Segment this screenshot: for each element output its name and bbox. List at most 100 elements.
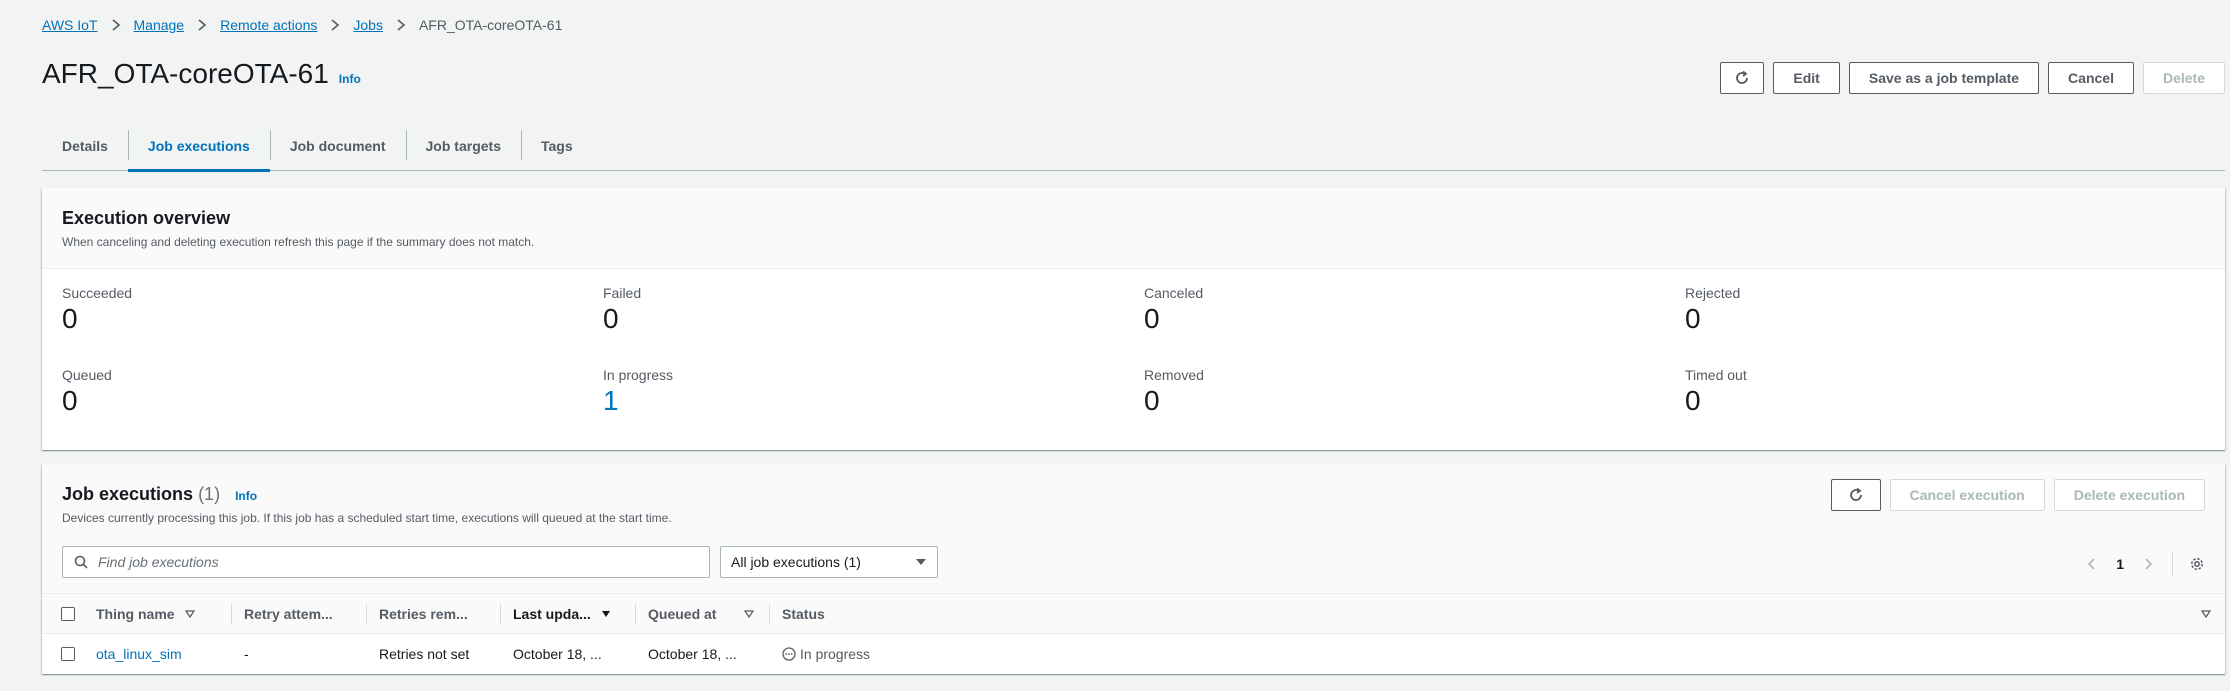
tab-details[interactable]: Details (42, 121, 128, 170)
cell-retry-attempt: - (244, 646, 249, 662)
breadcrumb-aws-iot[interactable]: AWS IoT (42, 17, 98, 33)
refresh-button[interactable] (1720, 62, 1765, 94)
job-executions-panel: Job executions (1) Info Devices currentl… (42, 464, 2225, 674)
tab-bar: Details Job executions Job document Job … (42, 121, 2225, 172)
chevron-right-icon (196, 19, 208, 31)
col-retry-attempt[interactable]: Retry attem... (231, 594, 333, 634)
executions-table: Thing name Retry attem... Retries rem...… (42, 594, 2225, 674)
sort-descending-icon (601, 611, 610, 617)
stat-in-progress: In progress 1 (603, 367, 673, 417)
overview-title: Execution overview (62, 208, 231, 228)
search-icon (74, 555, 88, 569)
page-info-link[interactable]: Info (339, 72, 361, 86)
stat-label: In progress (603, 367, 674, 383)
tab-tags[interactable]: Tags (520, 121, 593, 170)
sort-icon (184, 610, 195, 619)
title-row: AFR_OTA-coreOTA-61 Info (42, 58, 361, 90)
column-header: Last upda... (513, 606, 591, 622)
stat-value: 0 (1144, 385, 1160, 416)
breadcrumb-remote-actions[interactable]: Remote actions (220, 17, 317, 33)
settings-gear-icon[interactable] (2189, 556, 2205, 572)
sort-icon (2201, 610, 2211, 619)
stat-succeeded: Succeeded 0 (62, 285, 132, 335)
edit-button[interactable]: Edit (1773, 62, 1840, 94)
col-thing-name[interactable]: Thing name (96, 594, 195, 634)
stat-label: Succeeded (62, 285, 133, 301)
caret-down-icon (916, 559, 926, 565)
stat-value: 0 (603, 303, 619, 334)
chevron-right-icon (329, 19, 341, 31)
stat-value: 0 (62, 303, 78, 334)
executions-info-link[interactable]: Info (235, 489, 257, 503)
executions-header: Job executions (1) Info Devices currentl… (42, 464, 2225, 594)
pager-divider (2172, 552, 2173, 576)
delete-button[interactable]: Delete (2142, 62, 2225, 94)
stat-label: Rejected (1685, 285, 1741, 301)
header-actions: Edit Save as a job template Cancel Delet… (1720, 62, 2225, 94)
breadcrumb: AWS IoT Manage Remote actions Jobs AFR_O… (42, 17, 562, 33)
overview-header: Execution overview When canceling and de… (42, 188, 2225, 269)
page-number[interactable]: 1 (2116, 556, 2124, 572)
col-status-sort[interactable] (2191, 594, 2211, 634)
tab-job-executions[interactable]: Job executions (127, 121, 270, 172)
executions-count: (1) (198, 484, 221, 504)
column-header: Queued at (648, 606, 717, 622)
breadcrumb-current: AFR_OTA-coreOTA-61 (418, 17, 563, 33)
executions-description: Devices currently processing this job. I… (62, 511, 672, 525)
select-all-checkbox[interactable] (61, 594, 75, 634)
overview-description: When canceling and deleting execution re… (62, 235, 535, 249)
stat-queued: Queued 0 (62, 367, 112, 417)
stat-failed: Failed 0 (603, 285, 641, 335)
col-retries-remaining[interactable]: Retries rem... (366, 594, 468, 634)
col-queued-at[interactable]: Queued at (635, 594, 755, 634)
chevron-left-icon[interactable] (2084, 556, 2100, 572)
table-header-row: Thing name Retry attem... Retries rem...… (42, 594, 2225, 634)
tab-job-targets[interactable]: Job targets (405, 121, 521, 170)
save-as-template-button[interactable]: Save as a job template (1848, 62, 2040, 94)
thing-name-link[interactable]: ota_linux_sim (96, 646, 182, 662)
table-row: ota_linux_sim - Retries not set October … (42, 634, 2225, 674)
executions-title: Job executions (62, 484, 194, 504)
breadcrumb-manage[interactable]: Manage (134, 17, 185, 33)
stat-timed-out: Timed out 0 (1685, 367, 1747, 417)
chevron-right-icon[interactable] (2140, 556, 2156, 572)
filter-value: All job executions (1) (731, 554, 861, 570)
stat-value: 0 (1685, 303, 1701, 334)
pagination: 1 (2084, 552, 2205, 576)
col-status[interactable]: Status (769, 594, 825, 634)
execution-overview-panel: Execution overview When canceling and de… (42, 188, 2225, 450)
stat-label: Canceled (1144, 285, 1204, 301)
refresh-icon (1736, 70, 1749, 84)
search-input[interactable] (98, 554, 709, 570)
cell-queued-at: October 18, ... (648, 646, 737, 662)
col-last-updated[interactable]: Last upda... (500, 594, 611, 634)
cell-retries-remaining: Retries not set (379, 646, 470, 662)
in-progress-icon (782, 647, 796, 661)
stat-canceled: Canceled 0 (1144, 285, 1203, 335)
stat-value: 0 (62, 385, 78, 416)
stat-label: Queued (62, 367, 112, 383)
row-checkbox[interactable] (61, 634, 75, 674)
stat-label: Failed (603, 285, 642, 301)
status-text: In progress (800, 646, 871, 662)
overview-stats: Succeeded 0 Failed 0 Canceled 0 Rejected… (42, 269, 2225, 450)
tab-job-document[interactable]: Job document (269, 121, 406, 170)
delete-execution-button[interactable]: Delete execution (2053, 479, 2205, 511)
search-executions (62, 546, 710, 578)
page-title: AFR_OTA-coreOTA-61 (42, 58, 329, 89)
refresh-icon (1849, 487, 1862, 501)
stat-removed: Removed 0 (1144, 367, 1204, 417)
execution-filter-select[interactable]: All job executions (1) (720, 546, 938, 578)
cancel-execution-button[interactable]: Cancel execution (1889, 479, 2045, 511)
stat-value-link[interactable]: 1 (603, 385, 673, 417)
sort-icon (744, 610, 755, 619)
column-header: Thing name (96, 606, 175, 622)
cancel-button[interactable]: Cancel (2048, 62, 2134, 94)
chevron-right-icon (395, 19, 407, 31)
refresh-executions-button[interactable] (1830, 479, 1881, 511)
cell-status: In progress (782, 634, 870, 674)
stat-value: 0 (1685, 385, 1701, 416)
stat-label: Removed (1144, 367, 1204, 383)
cell-last-updated: October 18, ... (513, 646, 602, 662)
breadcrumb-jobs[interactable]: Jobs (353, 17, 383, 33)
